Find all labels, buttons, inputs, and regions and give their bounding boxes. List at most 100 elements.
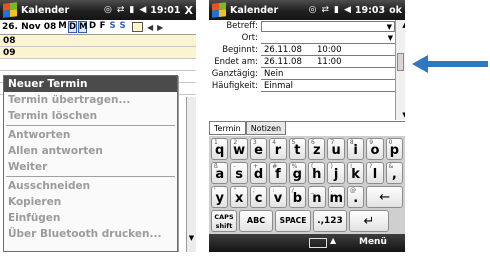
menu-item-antworten[interactable]: Antworten (4, 127, 177, 143)
windows-start-icon[interactable] (3, 2, 17, 18)
day-thursday[interactable]: D (88, 21, 97, 33)
key-v[interactable]: :v (269, 186, 287, 208)
day-saturday[interactable]: S (108, 21, 117, 33)
form-row-ganztaegig: Ganztägig: Nein (209, 68, 395, 80)
enter-key[interactable]: ↵ (349, 210, 389, 232)
menu-softkey[interactable]: Menü (359, 237, 387, 247)
key-i[interactable]: 8i (346, 138, 365, 160)
form-tabs: Termin Notizen (209, 121, 405, 135)
key-r[interactable]: 4r (269, 138, 287, 160)
clock[interactable]: 19:03 (355, 5, 385, 16)
clock[interactable]: 19:01 (150, 5, 180, 16)
key-y[interactable]: ' y (211, 186, 229, 208)
menu-item-kopieren[interactable]: Kopieren (4, 194, 177, 210)
sync-icon[interactable]: ⇄ (321, 5, 329, 15)
day-sunday[interactable]: S (118, 21, 127, 33)
form-row-betreff: Betreff: ▼ (209, 20, 395, 32)
day-friday[interactable]: F (98, 21, 107, 33)
key-a[interactable]: ßa (211, 162, 229, 184)
hour-row[interactable] (0, 59, 196, 71)
connectivity-icon[interactable]: ◎ (309, 5, 317, 15)
key-g[interactable]: % g (288, 162, 307, 184)
beginnt-time[interactable]: 10:00 (317, 45, 342, 56)
menu-item-termin-loeschen[interactable]: Termin löschen (4, 108, 177, 124)
beginnt-date[interactable]: 26.11.08 (264, 45, 302, 55)
backspace-key[interactable]: ← (366, 186, 404, 208)
keyboard-row-4: CAPS shift ABC SPACE .,123 ↵ (211, 210, 403, 232)
beginnt-field[interactable]: 26.11.08 10:00 (261, 45, 395, 56)
form-scrollbar[interactable]: ▲ ▼ (395, 20, 405, 120)
windows-start-icon[interactable] (212, 2, 226, 18)
key-o[interactable]: 9o (366, 138, 384, 160)
hour-row[interactable]: 08 (0, 35, 196, 47)
next-arrow-icon[interactable]: ▶ (157, 23, 163, 32)
soft-keyboard: 1q 2w 3e 4r 5t 6z 7u 8i 9o 0p ßa -s + d #… (209, 136, 405, 234)
tab-termin[interactable]: Termin (209, 122, 246, 135)
key-u[interactable]: 7u (327, 138, 345, 160)
key-j[interactable]: ) j (327, 162, 345, 184)
endet-field[interactable]: 26.11.08 11:00 (261, 57, 395, 68)
number-mode-key[interactable]: .,123 (313, 210, 347, 232)
dropdown-arrow-icon[interactable]: ▼ (388, 33, 393, 44)
key-w[interactable]: 2w (230, 138, 248, 160)
scroll-up-icon[interactable]: ▲ (401, 21, 405, 29)
endet-date[interactable]: 26.11.08 (264, 57, 302, 67)
day-wednesday[interactable]: M (78, 21, 87, 33)
menu-item-neuer-termin[interactable]: Neuer Termin (4, 76, 177, 92)
keyboard-row-2: ßa -s + d # f % g (h ) j ! k ? l &, (211, 162, 404, 184)
key-s[interactable]: -s (230, 162, 248, 184)
input-selector-arrow-icon[interactable]: ▲ (330, 236, 336, 245)
space-key[interactable]: SPACE (275, 210, 311, 232)
key-p[interactable]: 0p (385, 138, 404, 160)
volume-icon[interactable]: ◀ (139, 5, 146, 15)
key-m[interactable]: .m (327, 186, 345, 208)
menu-item-einfuegen[interactable]: Einfügen (4, 210, 177, 226)
menu-item-termin-uebertragen[interactable]: Termin übertragen... (4, 92, 177, 108)
hour-row[interactable]: 09 (0, 47, 196, 59)
key-q[interactable]: 1q (211, 138, 229, 160)
key-x[interactable]: " x (230, 186, 248, 208)
ganztaegig-select[interactable]: Nein (261, 69, 395, 80)
dropdown-arrow-icon[interactable]: ▼ (387, 22, 392, 33)
calendar-icon[interactable] (132, 22, 143, 32)
calendar-scrollbar[interactable]: ▼ (186, 97, 196, 252)
signal-icon[interactable]: ▮ (129, 5, 134, 15)
signal-icon[interactable]: ▮ (334, 5, 339, 15)
abc-key[interactable]: ABC (239, 210, 273, 232)
haeufigkeit-select[interactable]: Einmal (261, 81, 395, 92)
betreff-input[interactable]: ▼ (261, 20, 395, 33)
scroll-down-icon[interactable]: ▼ (187, 234, 196, 242)
key-l[interactable]: ? l (366, 162, 384, 184)
key-b[interactable]: / b (288, 186, 307, 208)
key-n[interactable]: _ n (308, 186, 326, 208)
tab-notizen[interactable]: Notizen (245, 122, 287, 135)
previous-arrow-icon[interactable]: ◀ (147, 23, 153, 32)
ort-input[interactable]: ▼ (261, 33, 395, 44)
connectivity-icon[interactable]: ◎ (104, 5, 112, 15)
key-z[interactable]: 6z (308, 138, 326, 160)
menu-item-ausschneiden[interactable]: Ausschneiden (4, 178, 177, 194)
key-e[interactable]: 3e (249, 138, 268, 160)
keyboard-icon[interactable] (309, 238, 327, 248)
ok-button[interactable]: ok (389, 5, 402, 16)
close-button[interactable]: X (185, 4, 193, 17)
key-k[interactable]: ! k (346, 162, 365, 184)
key-f[interactable]: # f (269, 162, 287, 184)
scroll-down-icon[interactable]: ▼ (401, 111, 405, 119)
day-tuesday[interactable]: D (68, 21, 77, 33)
key-comma[interactable]: &, (385, 162, 404, 184)
key-t[interactable]: 5t (288, 138, 307, 160)
volume-icon[interactable]: ◀ (344, 5, 351, 15)
menu-item-bluetooth-drucken[interactable]: Über Bluetooth drucken... (4, 226, 177, 242)
key-c[interactable]: ; c (249, 186, 268, 208)
key-period[interactable]: @. (346, 186, 365, 208)
scroll-thumb[interactable] (397, 53, 404, 71)
sync-icon[interactable]: ⇄ (117, 5, 125, 15)
endet-time[interactable]: 11:00 (317, 57, 342, 68)
menu-item-allen-antworten[interactable]: Allen antworten (4, 143, 177, 159)
key-d[interactable]: + d (249, 162, 268, 184)
day-monday[interactable]: M (58, 21, 67, 33)
key-h[interactable]: (h (308, 162, 326, 184)
menu-item-weiter[interactable]: Weiter (4, 159, 177, 175)
caps-shift-key[interactable]: CAPS shift (211, 210, 237, 232)
